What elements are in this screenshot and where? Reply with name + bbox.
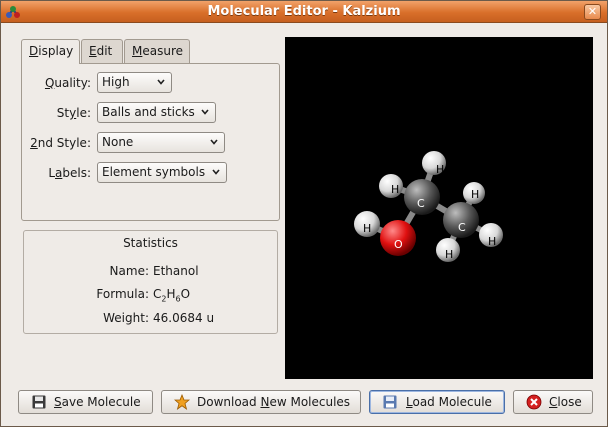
molecule-3d-viewer[interactable]: H H H C C H H H O bbox=[285, 37, 593, 379]
stat-formula-value: C2H6O bbox=[153, 287, 191, 304]
style-value: Balls and sticks bbox=[102, 105, 195, 119]
labels-value: Element symbols bbox=[102, 165, 206, 179]
floppy-save-icon bbox=[32, 395, 46, 409]
hydrogen-atom[interactable]: H bbox=[422, 151, 446, 176]
molecular-editor-window: Molecular Editor - Kalzium ✕ Display Edi… bbox=[0, 0, 608, 427]
stat-formula-label: Formula: bbox=[96, 287, 149, 301]
labels-label: Labels: bbox=[48, 166, 91, 180]
labels-row: Labels: bbox=[22, 162, 91, 184]
statistics-title: Statistics bbox=[123, 236, 178, 250]
hydrogen-atom[interactable]: H bbox=[463, 182, 485, 204]
stat-weight-label: Weight: bbox=[103, 311, 149, 325]
hydrogen-atom[interactable]: H bbox=[436, 238, 460, 262]
save-molecule-label: Save Molecule bbox=[54, 395, 141, 409]
carbon-atom[interactable]: C bbox=[404, 179, 440, 215]
floppy-load-icon bbox=[383, 395, 397, 409]
svg-text:H: H bbox=[391, 183, 399, 196]
second-style-select[interactable]: None bbox=[97, 132, 225, 153]
stat-name-value: Ethanol bbox=[153, 264, 199, 278]
star-icon bbox=[174, 394, 190, 410]
statistics-panel: Statistics Name: Ethanol Formula: C2H6O … bbox=[23, 230, 278, 334]
quality-label: Quality: bbox=[44, 76, 91, 90]
load-molecule-button[interactable]: Load Molecule bbox=[369, 390, 505, 414]
svg-text:O: O bbox=[394, 238, 403, 251]
stat-name-row: Name: Ethanol bbox=[24, 264, 279, 280]
style-select[interactable]: Balls and sticks bbox=[97, 102, 216, 123]
chevron-down-icon bbox=[210, 139, 218, 145]
tab-edit-mnemonic: E bbox=[89, 44, 97, 58]
svg-text:C: C bbox=[458, 221, 466, 234]
close-button[interactable]: Close bbox=[513, 390, 593, 414]
hydrogen-atom[interactable]: H bbox=[354, 211, 380, 237]
tab-display-mnemonic: D bbox=[29, 44, 39, 58]
svg-text:C: C bbox=[417, 197, 425, 210]
stat-formula-row: Formula: C2H6O bbox=[24, 287, 279, 303]
chevron-down-icon bbox=[212, 169, 220, 175]
style-label: Style: bbox=[56, 106, 91, 120]
download-new-molecules-label: Download New Molecules bbox=[197, 395, 351, 409]
hydrogen-atom[interactable]: H bbox=[479, 223, 503, 248]
svg-text:H: H bbox=[363, 222, 371, 235]
svg-text:H: H bbox=[471, 188, 479, 201]
tab-measure-label-b: easure bbox=[142, 44, 184, 58]
second-style-row: 2nd Style: bbox=[22, 132, 91, 154]
quality-value: High bbox=[102, 75, 130, 89]
tab-edit[interactable]: Edit bbox=[81, 39, 123, 63]
download-new-molecules-button[interactable]: Download New Molecules bbox=[161, 390, 361, 414]
window-title: Molecular Editor - Kalzium bbox=[207, 4, 401, 19]
tab-display[interactable]: Display bbox=[21, 39, 80, 64]
tab-display-label-b: isplay bbox=[38, 44, 74, 58]
style-row: Style: bbox=[22, 102, 91, 124]
carbon-atom[interactable]: C bbox=[443, 202, 479, 238]
svg-text:H: H bbox=[445, 248, 453, 261]
quality-row: Quality: bbox=[22, 72, 91, 94]
stat-weight-value: 46.0684 u bbox=[153, 311, 215, 325]
stat-weight-row: Weight: 46.0684 u bbox=[24, 311, 279, 327]
close-label: Close bbox=[549, 395, 582, 409]
quality-select[interactable]: High bbox=[97, 72, 172, 93]
window-close-icon[interactable]: ✕ bbox=[584, 4, 601, 20]
tab-edit-label-b: dit bbox=[96, 44, 113, 58]
oxygen-atom[interactable]: O bbox=[380, 220, 416, 256]
tab-measure-mnemonic: M bbox=[132, 44, 143, 58]
tab-measure[interactable]: Measure bbox=[124, 39, 190, 63]
stat-name-label: Name: bbox=[109, 264, 149, 278]
display-tab-panel: Quality: High Style: Balls and sticks 2n… bbox=[21, 63, 280, 221]
second-style-label: 2nd Style: bbox=[30, 136, 91, 150]
title-bar[interactable]: Molecular Editor - Kalzium ✕ bbox=[1, 1, 607, 23]
chevron-down-icon bbox=[157, 79, 165, 85]
second-style-value: None bbox=[102, 135, 134, 149]
chevron-down-icon bbox=[201, 109, 209, 115]
molecule-render[interactable]: H H H C C H H H O bbox=[285, 37, 593, 379]
svg-text:H: H bbox=[488, 235, 496, 248]
close-icon bbox=[526, 394, 542, 410]
load-molecule-label: Load Molecule bbox=[406, 395, 492, 409]
save-molecule-button[interactable]: Save Molecule bbox=[18, 390, 153, 414]
svg-text:H: H bbox=[436, 163, 444, 176]
hydrogen-atom[interactable]: H bbox=[379, 174, 403, 198]
labels-select[interactable]: Element symbols bbox=[97, 162, 227, 183]
